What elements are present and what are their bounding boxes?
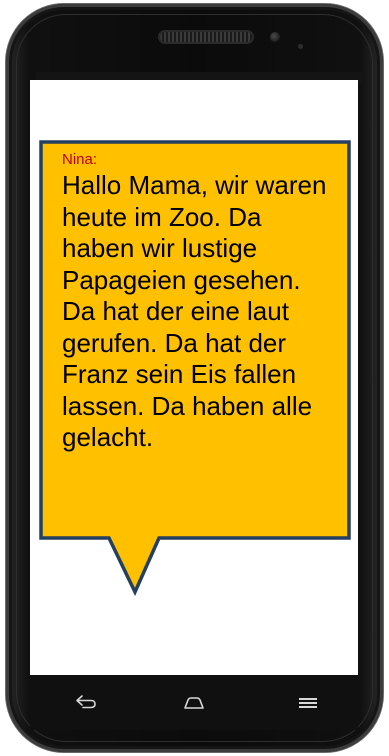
menu-icon[interactable] bbox=[296, 693, 320, 713]
speech-bubble: Nina: Hallo Mama, wir waren heute im Zoo… bbox=[39, 140, 353, 600]
earpiece-speaker bbox=[160, 32, 252, 42]
proximity-sensor bbox=[298, 44, 303, 49]
back-arrow-icon[interactable] bbox=[74, 693, 98, 713]
sender-name: Nina: bbox=[62, 151, 98, 168]
bubble-content: Nina: Hallo Mama, wir waren heute im Zoo… bbox=[62, 150, 334, 454]
navigation-bar bbox=[30, 675, 358, 730]
message-text: Hallo Mama, wir waren heute im Zoo. Da h… bbox=[62, 170, 327, 452]
home-icon[interactable] bbox=[182, 693, 206, 713]
front-camera-icon bbox=[270, 32, 280, 42]
